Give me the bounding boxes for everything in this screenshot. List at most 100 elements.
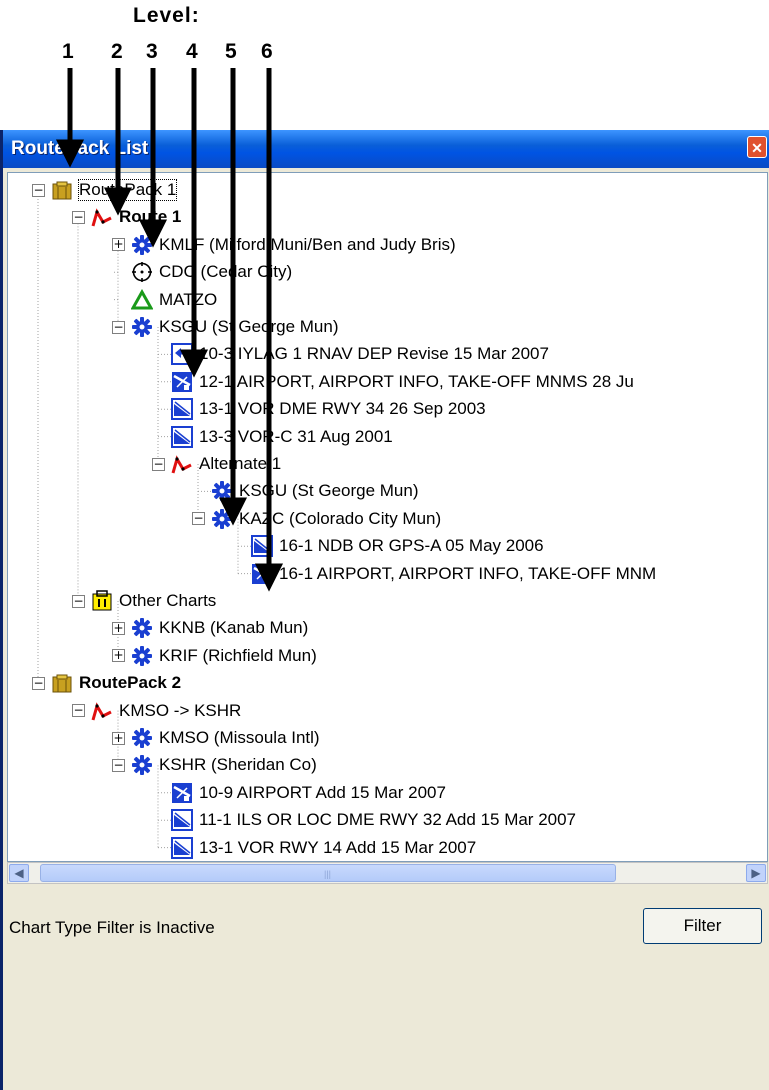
approach-chart-icon bbox=[171, 837, 193, 859]
tree-node-label: 13-1 VOR RWY 14 Add 15 Mar 2007 bbox=[199, 837, 477, 857]
tree-node-label: RoutePack 2 bbox=[79, 673, 182, 693]
airport-chart-icon bbox=[171, 371, 193, 393]
tree-node-label: 12-1 AIRPORT, AIRPORT INFO, TAKE-OFF MNM… bbox=[199, 371, 634, 391]
collapse-toggle[interactable]: − bbox=[72, 704, 85, 718]
collapse-toggle[interactable]: − bbox=[192, 512, 205, 526]
tree-node-label: MATZO bbox=[159, 289, 218, 309]
filter-button[interactable]: Filter bbox=[643, 908, 762, 944]
tree-node-other-charts[interactable]: − Other Charts bbox=[72, 588, 216, 614]
tree-node-routepack-2[interactable]: − RoutePack 2 bbox=[32, 670, 181, 696]
tree-node-label: 16-1 AIRPORT, AIRPORT INFO, TAKE-OFF MNM bbox=[279, 563, 657, 583]
airport-icon bbox=[131, 645, 153, 667]
tree-node-matzo[interactable]: MATZO bbox=[112, 287, 217, 313]
tree-node-label: Route 1 bbox=[119, 207, 182, 227]
collapse-toggle[interactable]: − bbox=[152, 457, 165, 471]
other-charts-icon bbox=[91, 590, 113, 612]
tree-node-label: RoutePack 1 bbox=[77, 179, 178, 201]
tree-node-chart[interactable]: 13-1 VOR DME RWY 34 26 Sep 2003 bbox=[171, 396, 486, 422]
tree-node-label: KMLF (Milford Muni/Ben and Judy Bris) bbox=[159, 234, 456, 254]
horizontal-scrollbar[interactable]: ◀ ||| ▶ bbox=[7, 862, 768, 884]
collapse-toggle[interactable]: − bbox=[72, 594, 85, 608]
scroll-right-button[interactable]: ▶ bbox=[746, 864, 766, 882]
airport-icon bbox=[131, 316, 153, 338]
expand-toggle[interactable]: + bbox=[112, 649, 125, 663]
airport-icon bbox=[131, 234, 153, 256]
tree-node-kazc[interactable]: − KAZC (Colorado City Mun) bbox=[192, 506, 441, 532]
waypoint-icon bbox=[131, 289, 153, 311]
vor-icon bbox=[131, 261, 153, 283]
departure-chart-icon bbox=[171, 343, 193, 365]
expand-toggle[interactable]: + bbox=[112, 238, 125, 252]
tree-node-chart[interactable]: 16-1 AIRPORT, AIRPORT INFO, TAKE-OFF MNM bbox=[251, 561, 656, 587]
tree-node-label: KRIF (Richfield Mun) bbox=[159, 645, 317, 665]
tree-node-chart[interactable]: 10-3 IYLAG 1 RNAV DEP Revise 15 Mar 2007 bbox=[171, 341, 549, 367]
airport-chart-icon bbox=[171, 782, 193, 804]
tree-node-label: CDC (Cedar City) bbox=[159, 262, 293, 282]
tree-node-chart[interactable]: 10-9 AIRPORT Add 15 Mar 2007 bbox=[171, 780, 446, 806]
tree-node-kshr[interactable]: − KSHR (Sheridan Co) bbox=[112, 752, 317, 778]
window-titlebar[interactable]: RoutePack List ✕ bbox=[3, 130, 769, 168]
level-caption: Level: bbox=[133, 4, 200, 27]
chevron-left-icon: ◀ bbox=[14, 866, 24, 880]
tree-node-alt-ksgu[interactable]: KSGU (St George Mun) bbox=[211, 478, 419, 504]
airport-icon bbox=[211, 480, 233, 502]
tree-node-kmso[interactable]: + KMSO (Missoula Intl) bbox=[112, 725, 320, 751]
tree-node-label: 10-3 IYLAG 1 RNAV DEP Revise 15 Mar 2007 bbox=[199, 344, 549, 364]
tree-node-chart[interactable]: 11-1 ILS OR LOC DME RWY 32 Add 15 Mar 20… bbox=[171, 807, 576, 833]
collapse-toggle[interactable]: − bbox=[112, 320, 125, 334]
tree-node-chart[interactable]: 16-1 NDB OR GPS-A 05 May 2006 bbox=[251, 533, 544, 559]
tree-node-chart[interactable]: 12-1 AIRPORT, AIRPORT INFO, TAKE-OFF MNM… bbox=[171, 369, 634, 395]
tree-node-cdc[interactable]: CDC (Cedar City) bbox=[112, 259, 292, 285]
routepack-tree: − RoutePack 1 − Route 1 + KMLF (Milford … bbox=[7, 172, 768, 862]
tree-node-label: 16-1 NDB OR GPS-A 05 May 2006 bbox=[279, 536, 544, 556]
close-button[interactable]: ✕ bbox=[747, 136, 767, 158]
filter-status-text: Chart Type Filter is Inactive bbox=[9, 918, 215, 937]
approach-chart-icon bbox=[171, 426, 193, 448]
tree-node-label: Alternate 1 bbox=[199, 454, 282, 473]
collapse-toggle[interactable]: − bbox=[72, 210, 85, 224]
collapse-toggle[interactable]: − bbox=[32, 676, 45, 690]
route-icon bbox=[171, 453, 193, 475]
level-number-2: 2 bbox=[111, 40, 123, 63]
airport-icon bbox=[131, 617, 153, 639]
approach-chart-icon bbox=[171, 398, 193, 420]
tree-node-route-1[interactable]: − Route 1 bbox=[72, 204, 181, 230]
tree-node-routepack-1[interactable]: − RoutePack 1 bbox=[32, 177, 178, 203]
level-number-6: 6 bbox=[261, 40, 273, 63]
route-icon bbox=[91, 206, 113, 228]
tree-node-kmso-kshr[interactable]: − KMSO -> KSHR bbox=[72, 698, 241, 724]
tree-node-label: 11-1 ILS OR LOC DME RWY 32 Add 15 Mar 20… bbox=[199, 810, 577, 830]
tree-node-chart[interactable]: 13-1 VOR RWY 14 Add 15 Mar 2007 bbox=[171, 835, 476, 861]
routepack-list-window: RoutePack List ✕ − RoutePack 1 − Route 1… bbox=[0, 130, 769, 1090]
tree-node-kknb[interactable]: + KKNB (Kanab Mun) bbox=[112, 615, 308, 641]
tree-node-chart[interactable]: 13-3 VOR-C 31 Aug 2001 bbox=[171, 424, 393, 450]
airport-icon bbox=[131, 754, 153, 776]
tree-node-kmlf[interactable]: + KMLF (Milford Muni/Ben and Judy Bris) bbox=[112, 232, 456, 258]
scrollbar-thumb[interactable]: ||| bbox=[40, 864, 616, 882]
expand-toggle[interactable]: + bbox=[112, 621, 125, 635]
level-number-1: 1 bbox=[62, 40, 74, 63]
approach-chart-icon bbox=[171, 809, 193, 831]
tree-node-label: 13-1 VOR DME RWY 34 26 Sep 2003 bbox=[199, 399, 486, 419]
routepack-icon bbox=[51, 672, 73, 694]
tree-node-krif[interactable]: + KRIF (Richfield Mun) bbox=[112, 643, 317, 669]
collapse-toggle[interactable]: − bbox=[112, 758, 125, 772]
tree-node-ksgu[interactable]: − KSGU (St George Mun) bbox=[112, 314, 339, 340]
approach-chart-icon bbox=[251, 535, 273, 557]
collapse-toggle[interactable]: − bbox=[32, 183, 45, 197]
level-number-3: 3 bbox=[146, 40, 158, 63]
chevron-right-icon: ▶ bbox=[751, 866, 761, 880]
expand-toggle[interactable]: + bbox=[112, 731, 125, 745]
tree-node-alternate-1[interactable]: − Alternate 1 bbox=[152, 451, 281, 477]
airport-chart-icon bbox=[251, 563, 273, 585]
close-icon: ✕ bbox=[751, 140, 763, 156]
airport-icon bbox=[211, 508, 233, 530]
tree-node-label: KMSO -> KSHR bbox=[119, 700, 242, 720]
tree-node-label: 13-3 VOR-C 31 Aug 2001 bbox=[199, 426, 393, 446]
scroll-left-button[interactable]: ◀ bbox=[9, 864, 29, 882]
tree-node-label: KAZC (Colorado City Mun) bbox=[239, 508, 442, 528]
tree-node-label: KSGU (St George Mun) bbox=[239, 481, 419, 501]
routepack-icon bbox=[51, 179, 73, 201]
tree-node-label: Other Charts bbox=[119, 591, 217, 610]
route-icon bbox=[91, 700, 113, 722]
